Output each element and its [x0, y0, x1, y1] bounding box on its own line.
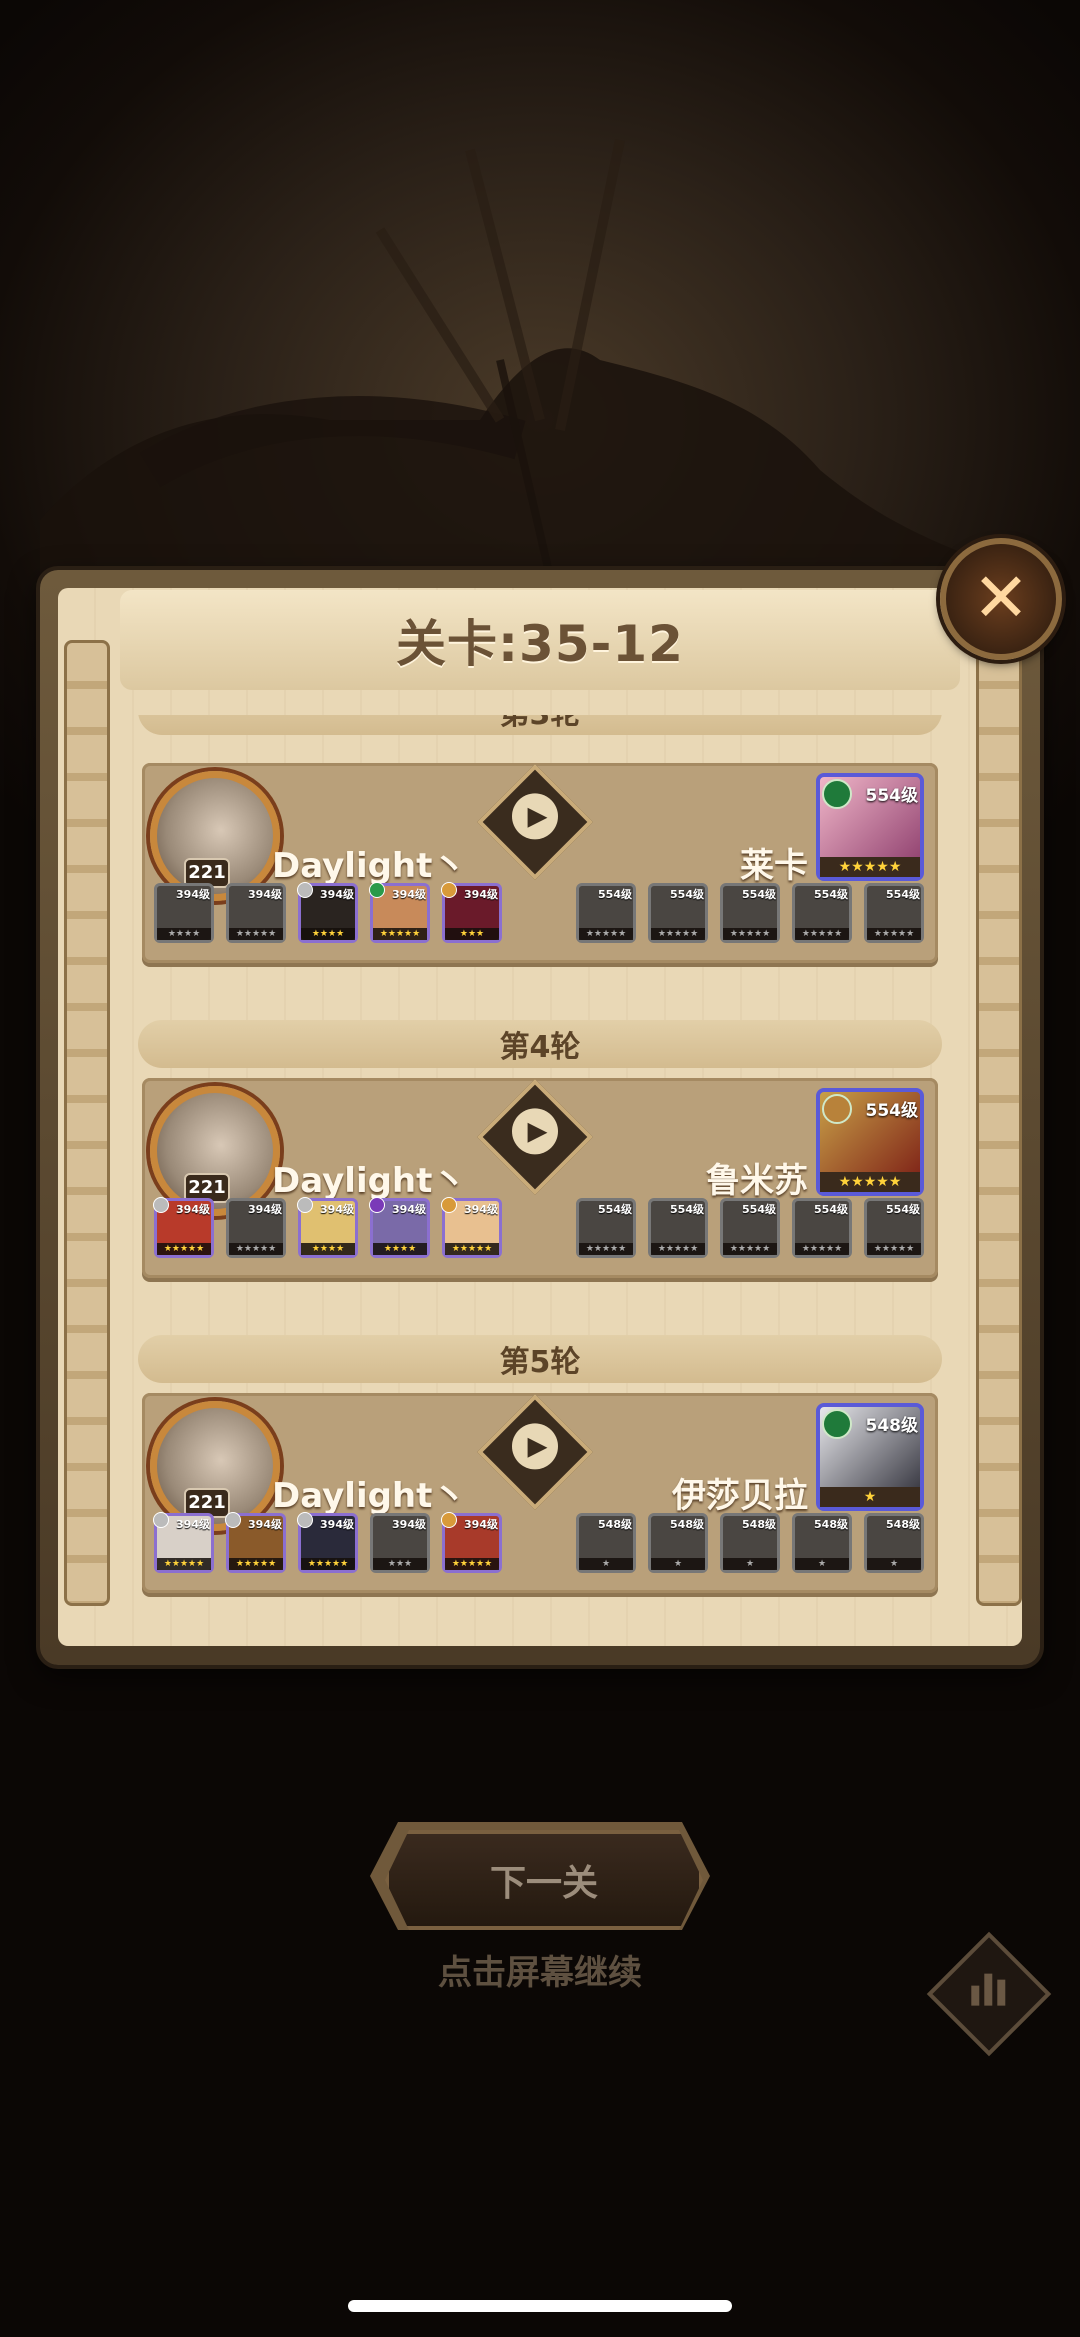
- round-card-3: 221 Daylight丶 ▶ 莱卡 554级 ★★★★★ 394级 ★★★★ 3…: [142, 763, 938, 963]
- play-icon: ▶: [527, 801, 548, 832]
- player-name: Daylight丶: [272, 1161, 467, 1201]
- enemy-slot[interactable]: 548级 ★: [792, 1513, 852, 1573]
- enemy-team: 554级 ★★★★★ 554级 ★★★★★ 554级 ★★★★★ 554级 ★★★★★ …: [576, 1198, 924, 1258]
- boss-name: 伊莎贝拉: [672, 1476, 808, 1516]
- faction-icon: [822, 779, 852, 809]
- next-stage-button[interactable]: 下一关: [385, 1830, 703, 1930]
- enemy-slot[interactable]: 554级 ★★★★★: [576, 883, 636, 943]
- enemy-slot[interactable]: 548级 ★: [720, 1513, 780, 1573]
- round-card-5: 221 Daylight丶 ▶ 伊莎贝拉 548级 ★ 394级 ★★★★★ 39…: [142, 1393, 938, 1593]
- round-label-5: 第5轮: [138, 1335, 942, 1383]
- enemy-slot[interactable]: 554级 ★★★★★: [864, 883, 924, 943]
- rounds-list[interactable]: 第3轮 221 Daylight丶 ▶ 莱卡 554级 ★★★★★ 394级★★…: [130, 715, 950, 1635]
- replay-button[interactable]: ▶: [477, 764, 593, 880]
- hero-slot[interactable]: 394级 ★★★★★: [225, 1512, 286, 1573]
- panel-right-ornament: [976, 640, 1022, 1606]
- enemy-slot[interactable]: 548级 ★: [864, 1513, 924, 1573]
- title-bar: 关卡:35-12: [120, 590, 960, 690]
- player-name: Daylight丶: [272, 846, 467, 886]
- enemy-slot[interactable]: 554级 ★★★★★: [648, 883, 708, 943]
- hero-slot[interactable]: 394级 ★★★★: [154, 883, 214, 943]
- player-team: 394级 ★★★★★ 394级 ★★★★★ 394级 ★★★★ 394级 ★★★★ 39…: [153, 1197, 502, 1258]
- hero-slot[interactable]: 394级 ★★★★: [297, 882, 358, 943]
- hero-slot[interactable]: 394级 ★★★★★: [153, 1197, 214, 1258]
- faction-icon: [822, 1094, 852, 1124]
- enemy-slot[interactable]: 554级 ★★★★★: [576, 1198, 636, 1258]
- hero-slot[interactable]: 394级 ★★★★★: [297, 1512, 358, 1573]
- close-button[interactable]: ✕: [940, 538, 1062, 660]
- hero-slot[interactable]: 394级 ★★★★★: [226, 1198, 286, 1258]
- enemy-team: 548级 ★ 548级 ★ 548级 ★ 548级 ★ 548级 ★: [576, 1513, 924, 1573]
- enemy-slot[interactable]: 554级 ★★★★★: [792, 1198, 852, 1258]
- boss-name: 鲁米苏: [706, 1161, 808, 1201]
- hero-slot[interactable]: 394级 ★★★★★: [369, 882, 430, 943]
- enemy-slot[interactable]: 554级 ★★★★★: [792, 883, 852, 943]
- player-team: 394级 ★★★★ 394级 ★★★★★ 394级 ★★★★ 394级 ★★★★★ 39…: [154, 882, 502, 943]
- enemy-team: 554级 ★★★★★ 554级 ★★★★★ 554级 ★★★★★ 554级 ★★★★★ …: [576, 883, 924, 943]
- panel-left-ornament: [64, 640, 110, 1606]
- boss-stars: ★: [820, 1487, 920, 1507]
- play-icon: ▶: [527, 1431, 548, 1462]
- play-icon: ▶: [527, 1116, 548, 1147]
- enemy-slot[interactable]: 548级 ★: [576, 1513, 636, 1573]
- enemy-slot[interactable]: 554级 ★★★★★: [720, 883, 780, 943]
- next-stage-label: 下一关: [489, 1863, 598, 1904]
- home-indicator[interactable]: [348, 2300, 732, 2312]
- replay-button[interactable]: ▶: [477, 1079, 593, 1195]
- hero-slot[interactable]: 394级 ★★★★: [369, 1197, 430, 1258]
- boss-stars: ★★★★★: [820, 1172, 920, 1192]
- enemy-slot[interactable]: 548级 ★: [648, 1513, 708, 1573]
- hero-slot[interactable]: 394级 ★★★★★: [226, 883, 286, 943]
- tap-to-continue-hint[interactable]: 点击屏幕继续: [0, 1945, 1080, 1994]
- hero-slot[interactable]: 394级 ★★★★★: [441, 1197, 502, 1258]
- background-silhouette: [40, 138, 980, 620]
- player-name: Daylight丶: [272, 1476, 467, 1516]
- boss-name: 莱卡: [740, 846, 808, 886]
- boss-portrait[interactable]: 548级 ★: [816, 1403, 924, 1511]
- hero-slot[interactable]: 394级 ★★★★★: [153, 1512, 214, 1573]
- replay-button[interactable]: ▶: [477, 1394, 593, 1510]
- hero-slot[interactable]: 394级 ★★★★★: [441, 1512, 502, 1573]
- enemy-slot[interactable]: 554级 ★★★★★: [648, 1198, 708, 1258]
- round-label-4: 第4轮: [138, 1020, 942, 1068]
- hero-slot[interactable]: 394级 ★★★: [370, 1513, 430, 1573]
- close-icon: ✕: [972, 559, 1030, 638]
- boss-stars: ★★★★★: [820, 857, 920, 877]
- stage-title: 关卡:35-12: [396, 615, 684, 673]
- round-label-3: 第3轮: [138, 715, 942, 735]
- player-team: 394级 ★★★★★ 394级 ★★★★★ 394级 ★★★★★ 394级 ★★★ 39…: [153, 1512, 502, 1573]
- hero-slot[interactable]: 394级 ★★★★: [297, 1197, 358, 1258]
- boss-portrait[interactable]: 554级 ★★★★★: [816, 1088, 924, 1196]
- faction-icon: [822, 1409, 852, 1439]
- enemy-slot[interactable]: 554级 ★★★★★: [864, 1198, 924, 1258]
- bar-chart-icon: [971, 1970, 1006, 2006]
- hero-slot[interactable]: 394级 ★★★: [441, 882, 502, 943]
- round-card-4: 221 Daylight丶 ▶ 鲁米苏 554级 ★★★★★ 394级 ★★★★★…: [142, 1078, 938, 1278]
- boss-portrait[interactable]: 554级 ★★★★★: [816, 773, 924, 881]
- enemy-slot[interactable]: 554级 ★★★★★: [720, 1198, 780, 1258]
